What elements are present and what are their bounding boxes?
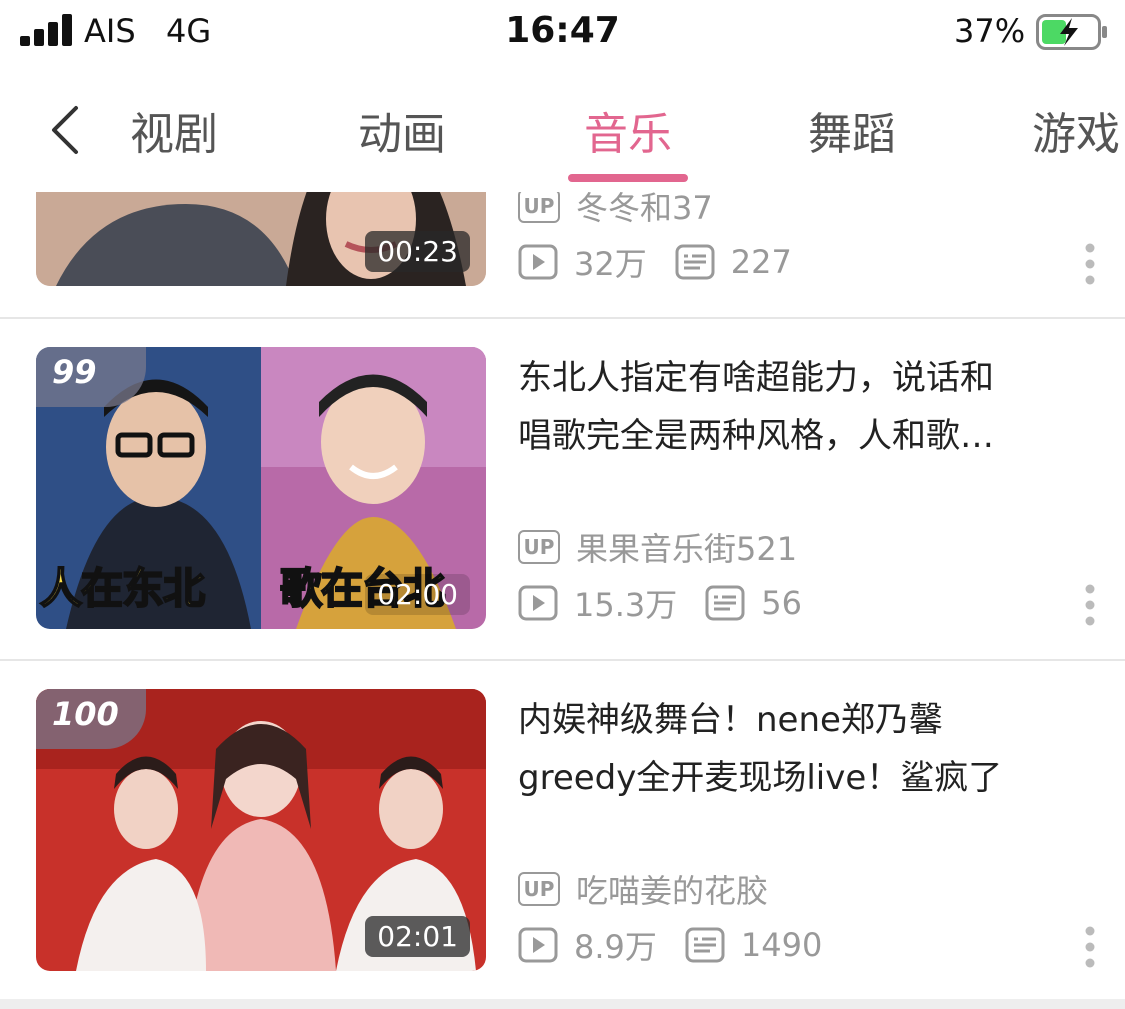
video-stats: 15.3万 56 (518, 581, 830, 625)
battery-percent: 37% (954, 12, 1026, 50)
title-line: 内娱神级舞台！nene郑乃馨 (518, 700, 943, 740)
play-icon (518, 927, 558, 963)
uploader-row[interactable]: UP 冬冬和37 (518, 192, 713, 229)
uploader-row[interactable]: UP 吃喵姜的花胶 (518, 866, 768, 912)
tab-games[interactable]: 游戏 (1032, 98, 1120, 162)
video-thumbnail[interactable]: 99 人在东北 歌在台北 02:00 (36, 347, 486, 629)
video-duration: 00:23 (365, 231, 470, 272)
uploader-name[interactable]: 果果音乐街521 (576, 524, 797, 570)
danmaku-count: 1490 (740, 926, 823, 964)
up-badge-icon: UP (518, 530, 560, 564)
active-tab-indicator (568, 174, 688, 182)
tab-music[interactable]: 音乐 (584, 98, 672, 162)
rank-badge: 100 (36, 689, 146, 749)
rank-badge: 99 (36, 347, 146, 407)
divider (0, 659, 1125, 661)
video-feed[interactable]: 00:23 UP 冬冬和37 32万 227 99 人在东北 歌在台北 02:0… (0, 192, 1125, 1009)
play-icon (518, 585, 558, 621)
more-vertical-icon[interactable] (1080, 242, 1100, 286)
play-icon (518, 244, 558, 280)
tab-dance[interactable]: 舞蹈 (808, 98, 896, 162)
danmaku-icon (675, 244, 715, 280)
video-title[interactable]: 东北人指定有啥超能力，说话和 唱歌完全是两种风格，人和歌… (518, 349, 1088, 465)
video-thumbnail[interactable]: 00:23 (36, 192, 486, 286)
tab-animation[interactable]: 动画 (358, 98, 446, 162)
bottom-divider (0, 999, 1125, 1009)
more-vertical-icon[interactable] (1080, 925, 1100, 969)
chevron-left-icon[interactable] (44, 102, 88, 158)
up-badge-icon: UP (518, 872, 560, 906)
title-line: 唱歌完全是两种风格，人和歌… (518, 416, 994, 456)
title-line: greedy全开麦现场live！鲨疯了 (518, 758, 1003, 798)
tab-tv-drama[interactable]: 视剧 (130, 98, 218, 162)
title-line: 东北人指定有啥超能力，说话和 (518, 358, 994, 398)
up-badge-icon: UP (518, 192, 560, 223)
danmaku-icon (705, 585, 745, 621)
video-title[interactable]: 内娱神级舞台！nene郑乃馨 greedy全开麦现场live！鲨疯了 (518, 691, 1088, 807)
danmaku-count: 56 (761, 584, 802, 622)
uploader-name[interactable]: 冬冬和37 (576, 192, 713, 229)
danmaku-icon (685, 927, 725, 963)
uploader-name[interactable]: 吃喵姜的花胶 (576, 866, 768, 912)
video-stats: 8.9万 1490 (518, 923, 850, 967)
divider (0, 317, 1125, 319)
status-bar: AIS 4G 16:47 37% (0, 0, 1125, 70)
video-duration: 02:01 (365, 916, 470, 957)
more-vertical-icon[interactable] (1080, 583, 1100, 627)
thumbnail-caption-left: 人在东北 (39, 563, 206, 614)
play-count: 8.9万 (574, 928, 657, 966)
video-duration: 02:00 (365, 574, 470, 615)
video-thumbnail[interactable]: 100 02:01 (36, 689, 486, 971)
video-stats: 32万 227 (518, 240, 820, 284)
category-tab-bar: 视剧 动画 音乐 舞蹈 游戏 (0, 70, 1125, 192)
uploader-row[interactable]: UP 果果音乐街521 (518, 524, 797, 570)
play-count: 32万 (574, 245, 647, 283)
play-count: 15.3万 (574, 586, 678, 624)
danmaku-count: 227 (730, 243, 792, 281)
battery-charging-icon (1036, 14, 1107, 50)
